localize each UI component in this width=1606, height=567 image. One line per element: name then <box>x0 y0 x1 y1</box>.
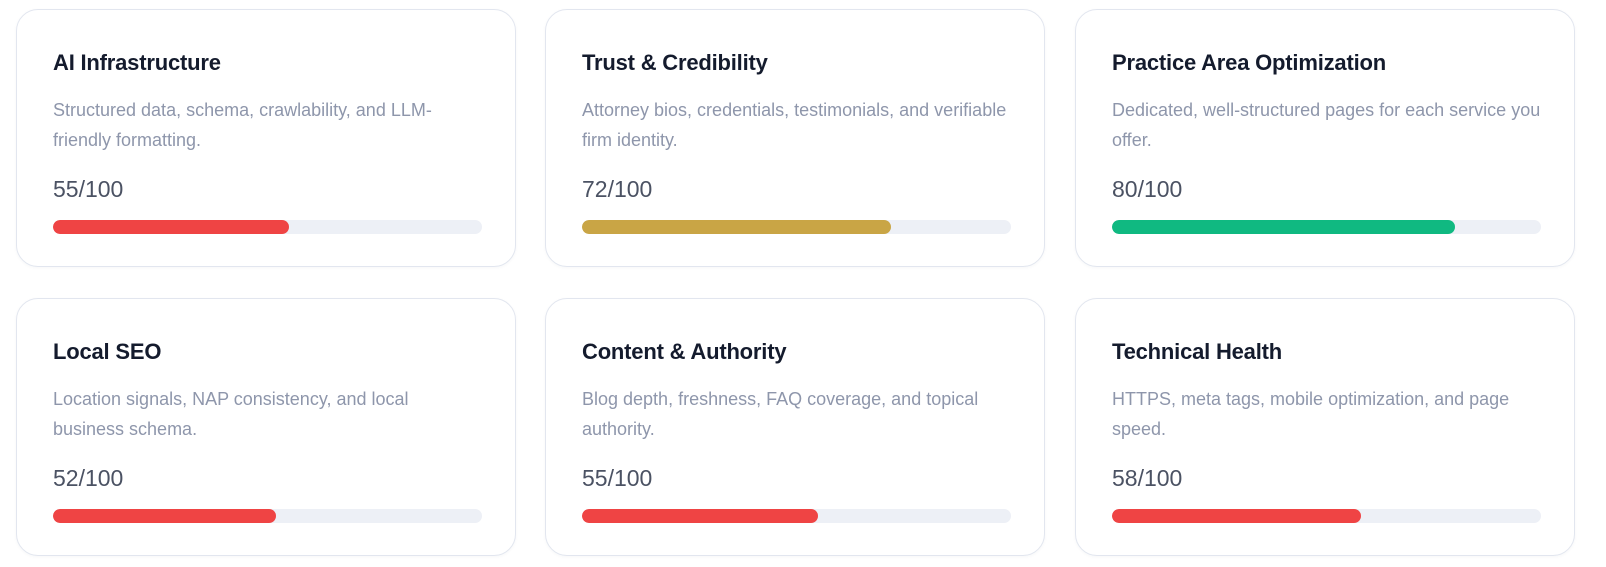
progress-bar-fill <box>582 220 891 234</box>
progress-bar-fill <box>1112 509 1361 523</box>
score-card-grid: AI Infrastructure Structured data, schem… <box>0 0 1606 567</box>
score-card-trust-credibility: Trust & Credibility Attorney bios, crede… <box>545 9 1045 267</box>
card-title: Practice Area Optimization <box>1112 50 1386 75</box>
card-title: Content & Authority <box>582 339 787 364</box>
card-description: Location signals, NAP consistency, and l… <box>53 389 409 439</box>
progress-bar <box>1112 220 1541 234</box>
progress-bar-fill <box>53 509 277 523</box>
progress-bar <box>582 509 1011 523</box>
progress-bar-fill <box>582 509 818 523</box>
progress-bar-fill <box>53 220 289 234</box>
score-card-local-seo: Local SEO Location signals, NAP consiste… <box>16 298 516 556</box>
card-score: 55/100 <box>53 176 124 202</box>
card-description: Blog depth, freshness, FAQ coverage, and… <box>582 389 979 439</box>
card-description: Dedicated, well-structured pages for eac… <box>1112 100 1541 150</box>
card-score: 80/100 <box>1112 176 1183 202</box>
card-title: Technical Health <box>1112 339 1282 364</box>
card-score: 55/100 <box>582 465 653 491</box>
progress-bar <box>582 220 1011 234</box>
progress-bar <box>53 509 482 523</box>
card-score: 58/100 <box>1112 465 1183 491</box>
score-card-ai-infrastructure: AI Infrastructure Structured data, schem… <box>16 9 516 267</box>
progress-bar <box>53 220 482 234</box>
card-title: AI Infrastructure <box>53 50 221 75</box>
card-score: 72/100 <box>582 176 653 202</box>
card-description: HTTPS, meta tags, mobile optimization, a… <box>1112 389 1510 439</box>
card-title: Trust & Credibility <box>582 50 768 75</box>
score-card-practice-area-optimization: Practice Area Optimization Dedicated, we… <box>1075 9 1575 267</box>
progress-bar-fill <box>1112 220 1456 234</box>
score-card-content-authority: Content & Authority Blog depth, freshnes… <box>545 298 1045 556</box>
progress-bar <box>1112 509 1541 523</box>
card-score: 52/100 <box>53 465 124 491</box>
card-description: Structured data, schema, crawlability, a… <box>53 100 432 150</box>
card-title: Local SEO <box>53 339 162 364</box>
card-description: Attorney bios, credentials, testimonials… <box>582 100 1007 150</box>
score-card-technical-health: Technical Health HTTPS, meta tags, mobil… <box>1075 298 1575 556</box>
